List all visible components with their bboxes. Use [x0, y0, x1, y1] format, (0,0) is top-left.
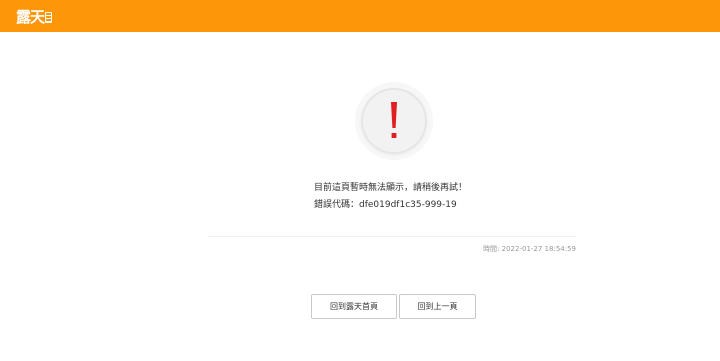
logo-text: 露天 [16, 8, 45, 26]
exclamation-icon [391, 102, 397, 138]
error-message-line: 目前這頁暫時無法顯示，請稍後再試！ [314, 183, 468, 193]
alert-circle [355, 82, 433, 160]
error-code-line: 錯誤代碼：dfe019df1c35-999-19 [314, 200, 457, 210]
ruten-logo[interactable]: 露天 [16, 8, 53, 26]
go-home-button[interactable]: 回到露天首頁 [311, 294, 397, 319]
top-header-bar: 露天 [0, 0, 720, 32]
error-message: 目前這頁暫時無法顯示，請稍後再試！ 錯誤代碼：dfe019df1c35-999-… [314, 180, 467, 214]
alert-ring [363, 90, 425, 152]
logo-badge-icon [45, 11, 53, 23]
divider [208, 236, 576, 237]
go-back-button[interactable]: 回到上一頁 [399, 294, 476, 319]
timestamp: 時間: 2022-01-27 18:54:59 [483, 245, 576, 253]
